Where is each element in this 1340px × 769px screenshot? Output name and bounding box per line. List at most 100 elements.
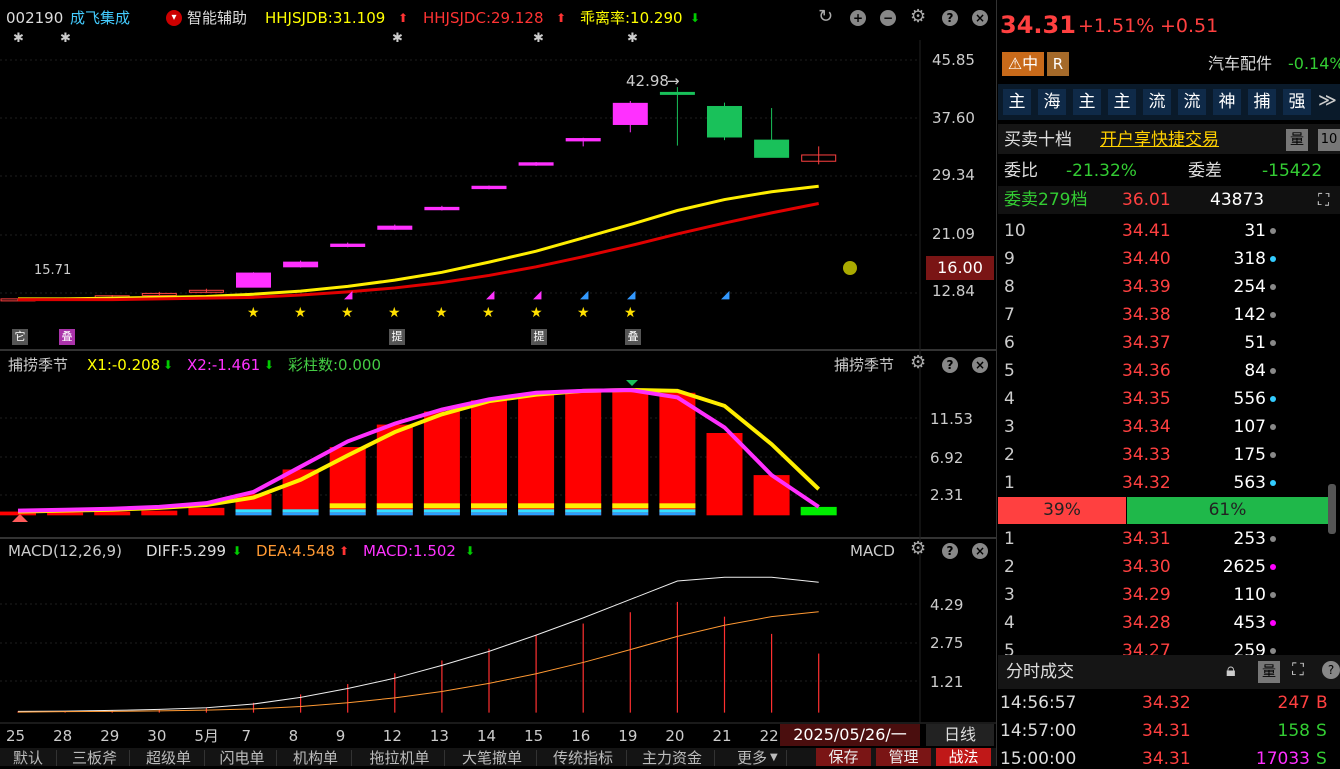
candle[interactable] — [377, 225, 413, 230]
weimai-label: 委卖279档 — [1004, 190, 1088, 210]
volume-icon[interactable]: 量 — [1286, 129, 1308, 151]
promo-link[interactable]: 开户享快捷交易 — [1100, 130, 1219, 150]
quick-tab[interactable]: 主 — [1108, 89, 1136, 115]
expand-icon[interactable]: ⛶ — [1292, 660, 1304, 680]
candle[interactable] — [283, 261, 319, 268]
candle[interactable] — [565, 138, 601, 142]
candle[interactable] — [707, 105, 742, 138]
star-icon: ★ — [624, 305, 637, 321]
x-axis-label: 13 — [429, 727, 449, 745]
help-icon[interactable]: ? — [942, 10, 958, 26]
volume-icon[interactable]: 量 — [1258, 661, 1280, 683]
season-bar-base — [518, 512, 555, 516]
gear-icon[interactable]: ⚙ — [910, 354, 926, 372]
candle[interactable] — [236, 272, 271, 288]
close-icon[interactable]: × — [972, 357, 988, 373]
marker-tag: 叠 — [625, 329, 641, 345]
save-button[interactable]: 保存 — [816, 748, 871, 766]
risk-badge: ⚠中 — [1002, 52, 1044, 76]
flow-dot-icon — [1270, 648, 1276, 654]
tab-button[interactable]: 闪电单 — [208, 750, 277, 766]
level-number: 9 — [1004, 249, 1015, 269]
quick-tab[interactable]: 流 — [1178, 89, 1206, 115]
quick-tab[interactable]: 主 — [1003, 89, 1031, 115]
down-arrow-icon: ⬇ — [465, 544, 476, 558]
level-number: 1 — [1004, 473, 1015, 493]
x2-line — [17, 387, 820, 513]
strategy-button[interactable]: 战法 — [936, 748, 991, 766]
ticks-title[interactable]: 分时成交 — [1006, 662, 1074, 682]
level-price: 34.40 — [1122, 249, 1171, 269]
level-price: 34.35 — [1122, 389, 1171, 409]
help-icon[interactable]: ? — [942, 543, 958, 559]
quick-tab[interactable]: 捕 — [1248, 89, 1276, 115]
tick-volume: 158 — [1277, 721, 1310, 741]
gear-icon[interactable]: ⚙ — [910, 8, 926, 26]
level-volume: 51 — [1244, 333, 1266, 353]
gear-icon[interactable]: ⚙ — [910, 540, 926, 558]
season-bar-base — [235, 512, 272, 516]
indicator-hhjsjdc: HHJSJDC:29.128 — [423, 9, 544, 27]
diff-label: DIFF:5.299 — [146, 542, 227, 560]
chevron-down-icon[interactable]: ▼ — [770, 750, 778, 766]
tab-button[interactable]: 机构单 — [280, 750, 352, 766]
tab-button[interactable]: 拖拉机单 — [355, 750, 445, 766]
flow-dot-icon — [1270, 452, 1276, 458]
orderbook-title[interactable]: 买卖十档 — [1004, 130, 1072, 150]
season-bar-top — [612, 503, 649, 509]
price-tick: 37.60 — [932, 109, 975, 127]
tab-button[interactable]: 超级单 — [133, 750, 205, 766]
tab-button[interactable]: 三板斧 — [60, 750, 130, 766]
help-icon[interactable]: ? — [942, 357, 958, 373]
down-arrow-icon: ⬇ — [690, 11, 701, 25]
tab-button[interactable]: 主力资金 — [630, 750, 715, 766]
season-bar-base — [471, 509, 507, 513]
chart-area[interactable] — [0, 0, 996, 766]
ten-level-icon[interactable]: 10 — [1318, 129, 1340, 151]
quick-tab[interactable]: 神 — [1213, 89, 1241, 115]
ma-line-red — [18, 201, 819, 302]
tab-button[interactable]: 传统指标 — [540, 750, 627, 766]
assist-label[interactable]: 智能辅助 — [187, 9, 247, 27]
double-chevron-icon[interactable]: ≫ — [1318, 89, 1337, 113]
stock-name[interactable]: 成飞集成 — [70, 9, 130, 27]
expand-icon[interactable]: ⛶ — [1318, 190, 1329, 210]
quick-tab[interactable]: 主 — [1073, 89, 1101, 115]
candle[interactable] — [330, 243, 366, 247]
tick-side: S — [1316, 721, 1327, 741]
x-axis-label: 16 — [571, 727, 591, 745]
candle[interactable] — [659, 91, 695, 95]
dropdown-icon[interactable]: ▾ — [166, 10, 182, 26]
season-bar-base — [376, 509, 413, 513]
refresh-icon[interactable]: ↻ — [818, 8, 833, 26]
quick-tab[interactable]: 流 — [1143, 89, 1171, 115]
season-bar-top — [423, 503, 460, 509]
candle[interactable] — [518, 162, 554, 166]
tab-button[interactable]: 大笔撤单 — [448, 750, 537, 766]
zoom-in-icon[interactable]: + — [850, 10, 866, 26]
marker-tag: 提 — [389, 329, 405, 345]
zoom-out-icon[interactable]: − — [880, 10, 896, 26]
sector-name[interactable]: 汽车配件 — [1208, 54, 1272, 74]
help-icon[interactable]: ? — [1322, 661, 1340, 679]
level-volume: 453 — [1233, 613, 1266, 633]
lock-icon[interactable]: 🔒︎ — [1226, 660, 1236, 681]
close-icon[interactable]: × — [972, 10, 988, 26]
level-number: 4 — [1004, 613, 1015, 633]
macd-label: MACD:1.502 — [363, 542, 456, 560]
quick-tab[interactable]: 强 — [1283, 89, 1311, 115]
manage-button[interactable]: 管理 — [876, 748, 931, 766]
season-bar-base — [565, 512, 602, 516]
quick-tab[interactable]: 海 — [1038, 89, 1066, 115]
candle[interactable] — [424, 206, 460, 211]
candle[interactable] — [612, 102, 648, 125]
season-bar-base — [282, 512, 319, 516]
change-percent: +1.51% — [1078, 15, 1155, 37]
tick-time: 14:57:00 — [1000, 721, 1077, 741]
candle[interactable] — [754, 139, 790, 158]
close-icon[interactable]: × — [972, 543, 988, 559]
tab-button[interactable]: 默认 — [0, 750, 57, 766]
scrollbar[interactable] — [1328, 484, 1336, 534]
candle[interactable] — [471, 185, 507, 190]
period-selector[interactable]: 日线 — [926, 724, 994, 746]
